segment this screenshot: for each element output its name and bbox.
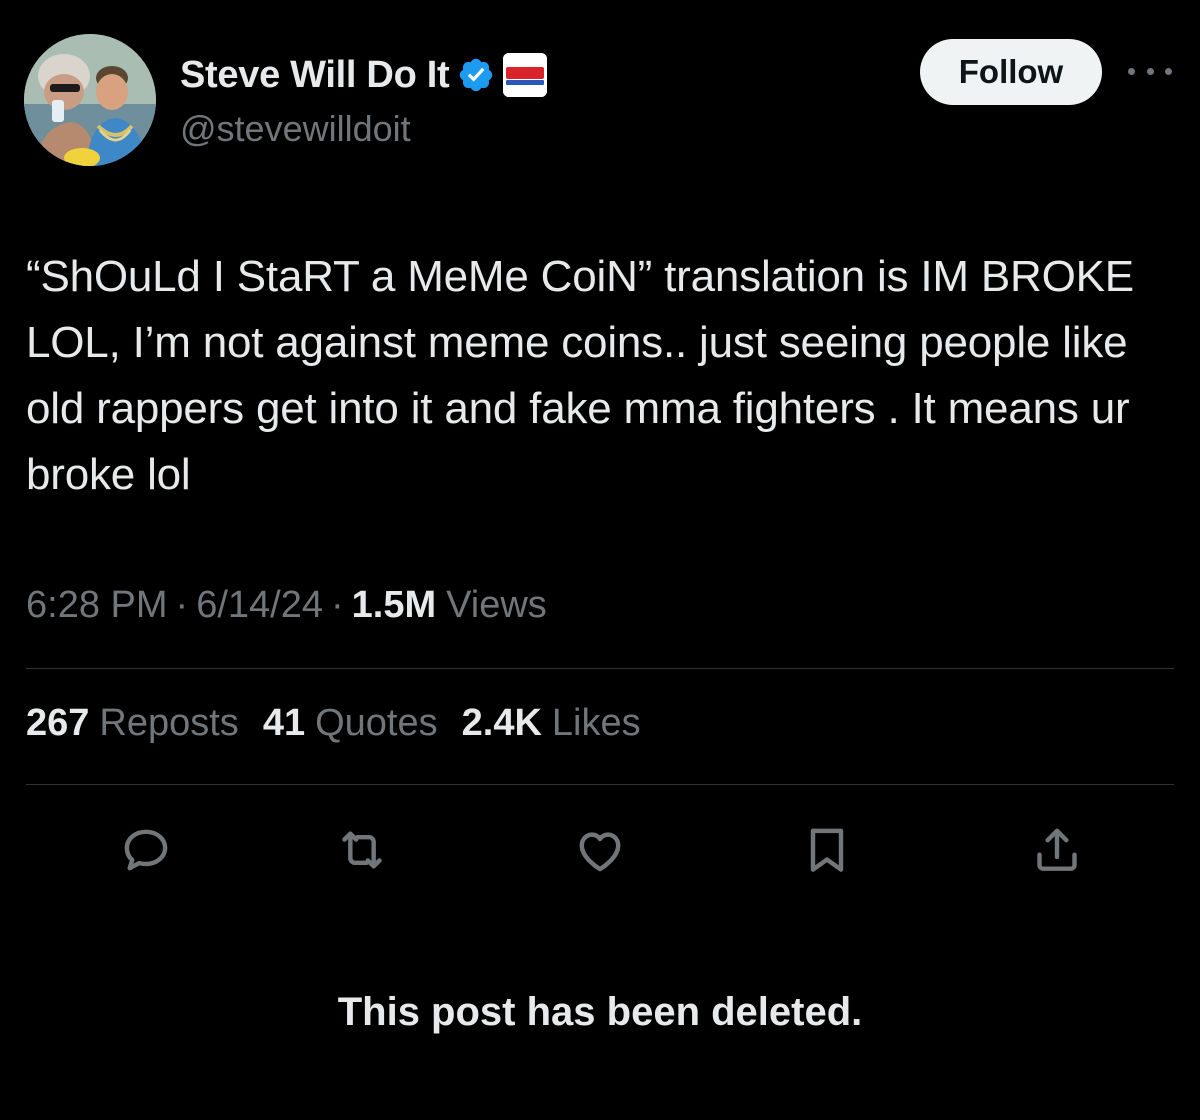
deleted-notice: This post has been deleted. (337, 990, 863, 1034)
likes-count: 2.4K (461, 702, 542, 744)
more-dot (1146, 67, 1154, 75)
author-name-row: Steve Will Do It (180, 50, 548, 100)
happy-dad-logo (503, 53, 548, 97)
repost-icon (342, 831, 382, 869)
quotes-stat[interactable]: 41 Quotes (263, 702, 438, 745)
author-handle[interactable]: @stevewilldoit (180, 108, 411, 150)
meta-separator: · (175, 584, 189, 626)
reposts-stat[interactable]: 267 Reposts (26, 702, 239, 745)
repost-button[interactable] (332, 820, 392, 880)
tweet-meta: 6:28 PM · 6/14/24 · 1.5M Views (26, 584, 547, 627)
share-button[interactable] (1027, 820, 1087, 880)
more-dot (1128, 67, 1135, 75)
bookmark-icon (810, 828, 844, 872)
reposts-label: Reposts (99, 702, 239, 744)
divider (26, 784, 1174, 785)
more-options-icon[interactable] (1128, 58, 1172, 84)
bookmark-button[interactable] (797, 820, 857, 880)
tweet-date[interactable]: 6/14/24 (196, 584, 323, 627)
avatar-image (24, 34, 156, 166)
tweet-text: “ShOuLd I StaRT a MeMe CoiN” translation… (26, 252, 1134, 499)
avatar[interactable] (24, 34, 156, 166)
likes-label: Likes (551, 702, 641, 744)
quotes-count: 41 (262, 702, 306, 744)
affiliate-badge[interactable] (503, 53, 548, 97)
reply-icon (124, 829, 168, 871)
reposts-count: 267 (26, 702, 90, 744)
divider (26, 668, 1174, 669)
like-icon (579, 832, 621, 872)
author-display-name[interactable]: Steve Will Do It (180, 54, 450, 97)
reply-button[interactable] (116, 820, 176, 880)
more-dot (1165, 67, 1172, 75)
tweet-time[interactable]: 6:28 PM (26, 584, 168, 627)
verified-checkmark-icon[interactable] (457, 56, 495, 94)
views-count: 1.5M (351, 584, 437, 626)
tweet-detail: Steve Will Do It @stevewilldoit Follow “… (0, 0, 1200, 1120)
quotes-label: Quotes (315, 702, 438, 744)
likes-stat[interactable]: 2.4K Likes (462, 702, 641, 745)
share-icon (1037, 828, 1077, 871)
views-label: Views (446, 584, 547, 626)
follow-button[interactable]: Follow (920, 39, 1102, 105)
like-button[interactable] (570, 820, 630, 880)
engagement-stats: 267 Reposts 41 Quotes 2.4K Likes (26, 702, 641, 745)
meta-separator: · (330, 584, 344, 626)
